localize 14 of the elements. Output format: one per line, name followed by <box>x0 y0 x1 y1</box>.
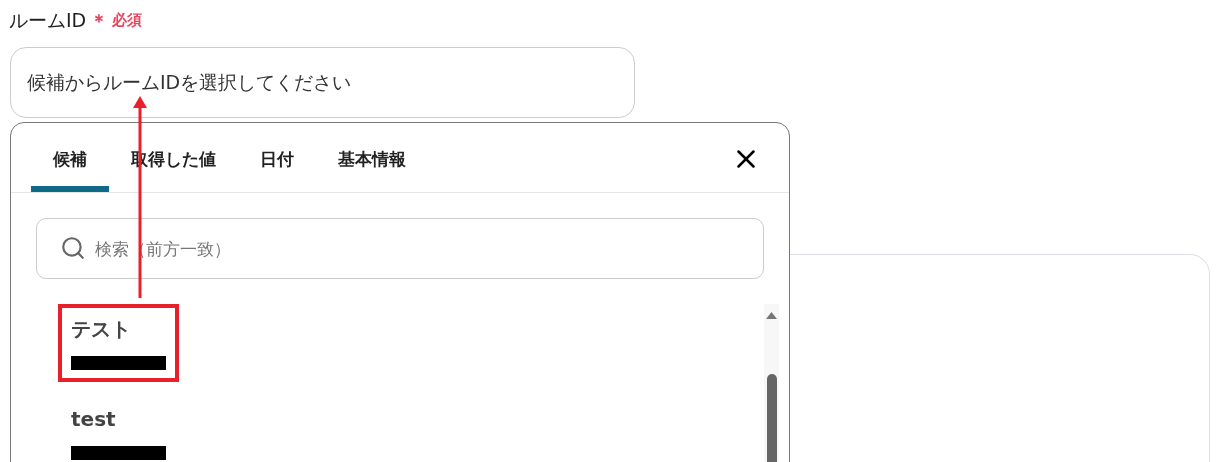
search-icon <box>60 235 86 261</box>
option-label: test <box>71 406 117 433</box>
tab[interactable]: 候補 <box>31 136 109 192</box>
option-item[interactable]: test <box>58 394 179 462</box>
field-label: ルームID <box>9 8 87 33</box>
option-label: テスト <box>71 316 132 343</box>
room-id-field[interactable]: 候補からルームIDを選択してください <box>10 46 635 118</box>
tab[interactable]: 日付 <box>238 136 316 192</box>
option-item[interactable]: テスト <box>58 304 179 382</box>
required-text: 必須 <box>112 10 143 31</box>
tab[interactable]: 基本情報 <box>316 136 428 192</box>
scrollbar[interactable] <box>764 304 779 462</box>
required-mark: ＊ <box>90 8 109 33</box>
scroll-up-icon <box>766 312 777 319</box>
